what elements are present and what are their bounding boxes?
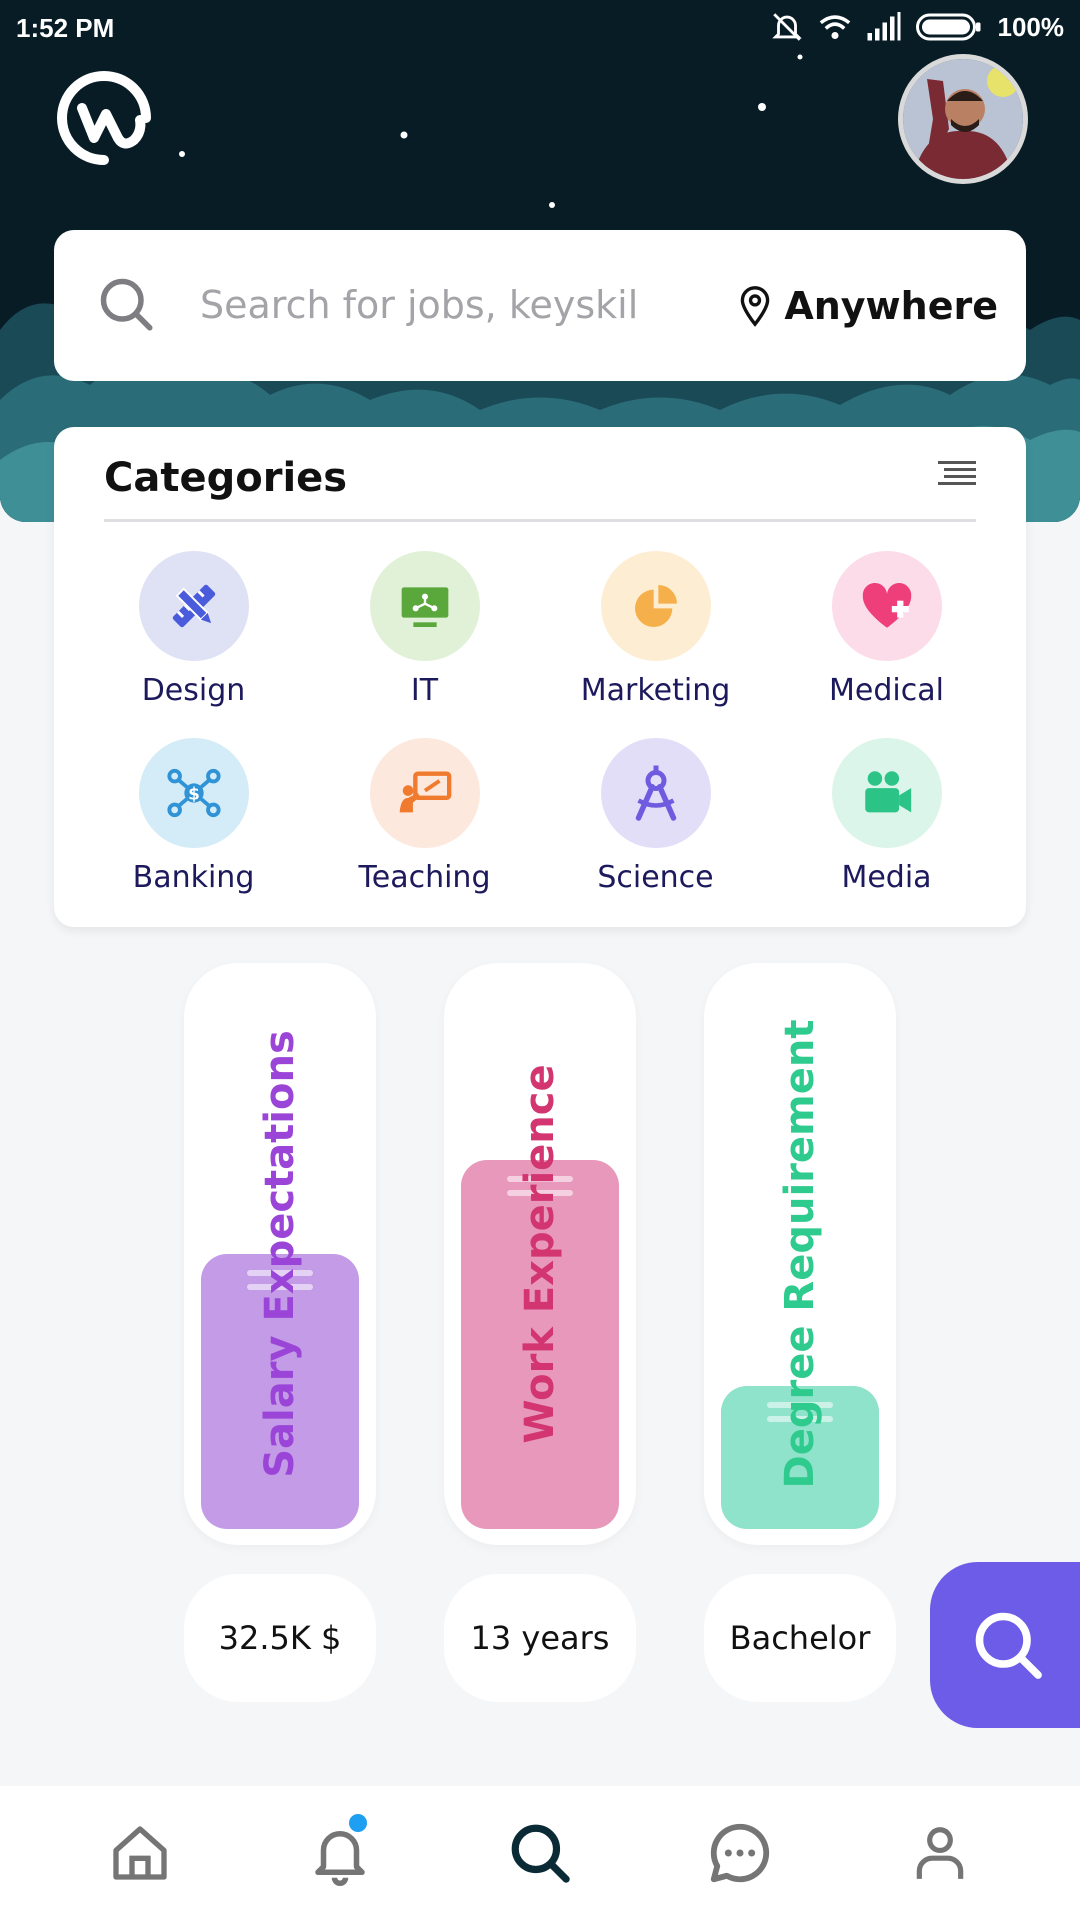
bottom-navigation [0, 1786, 1080, 1920]
user-avatar[interactable] [898, 54, 1028, 184]
nav-profile[interactable] [885, 1798, 995, 1908]
search-icon [975, 1612, 1042, 1679]
mute-icon [771, 13, 802, 41]
salary-slider-label: Salary Expectations [257, 1030, 303, 1478]
svg-text:$: $ [188, 783, 200, 803]
teacher-board-icon [399, 771, 451, 813]
battery-percent: 100% [997, 11, 1065, 42]
search-fab-button[interactable] [930, 1562, 1080, 1728]
money-network-icon: $ [166, 768, 221, 818]
category-icon-bg [369, 551, 480, 661]
category-icon-bg [600, 738, 711, 848]
nav-search[interactable] [485, 1798, 595, 1908]
degree-slider: Degree Requirement [704, 963, 896, 1545]
signal-icon [867, 12, 900, 41]
category-label: IT [410, 673, 439, 708]
category-label: Media [841, 860, 932, 895]
monitor-icon [401, 587, 448, 627]
category-icon-bg [138, 551, 249, 661]
pie-chart-icon [634, 585, 677, 627]
categories-title: Categories [104, 455, 348, 501]
category-label: Banking [132, 860, 255, 895]
chat-icon [710, 1823, 770, 1883]
category-icon-bg: $ [138, 738, 249, 848]
category-media[interactable]: Media [771, 738, 1002, 895]
location-selector[interactable]: Anywhere [738, 284, 998, 328]
category-science[interactable]: Science [540, 738, 771, 895]
menu-lines-icon[interactable] [938, 459, 976, 489]
categories-card: Categories Design IT Marketing Medical $… [54, 427, 1026, 927]
category-banking[interactable]: $ Banking [78, 738, 309, 895]
experience-slider: Work Experience [444, 963, 636, 1545]
ruler-pencil-icon [172, 584, 215, 628]
salary-value: 32.5K $ [184, 1574, 376, 1702]
category-marketing[interactable]: Marketing [540, 551, 771, 708]
categories-divider [104, 519, 976, 522]
category-icon-bg [831, 551, 942, 661]
category-label: Science [597, 860, 714, 895]
category-design[interactable]: Design [78, 551, 309, 708]
video-camera-icon [864, 771, 911, 813]
categories-grid: Design IT Marketing Medical $ Banking Te… [78, 551, 1002, 895]
salary-slider: Salary Expectations [184, 963, 376, 1545]
home-icon [113, 1826, 167, 1880]
nav-messages[interactable] [685, 1798, 795, 1908]
heart-cross-icon [862, 582, 911, 628]
search-icon [511, 1824, 570, 1883]
status-icons: 100% [770, 10, 1065, 44]
degree-value: Bachelor [704, 1574, 896, 1702]
status-bar: 1:52 PM 100% [0, 0, 1080, 58]
category-medical[interactable]: Medical [771, 551, 1002, 708]
search-input[interactable] [200, 272, 640, 338]
category-label: Teaching [358, 860, 491, 895]
battery-icon [915, 13, 980, 41]
notification-badge [349, 1814, 367, 1832]
workplace-logo[interactable] [54, 68, 154, 168]
search-bar: Anywhere [54, 230, 1026, 381]
category-label: Marketing [580, 673, 731, 708]
nav-home[interactable] [85, 1798, 195, 1908]
category-teaching[interactable]: Teaching [309, 738, 540, 895]
category-it[interactable]: IT [309, 551, 540, 708]
category-label: Medical [829, 673, 944, 708]
user-icon [916, 1827, 964, 1879]
status-time: 1:52 PM [16, 13, 115, 43]
location-pin-icon [741, 286, 770, 327]
degree-slider-label: Degree Requirement [777, 1019, 823, 1489]
category-icon-bg [600, 551, 711, 661]
search-icon [100, 278, 153, 331]
wifi-icon [819, 15, 850, 40]
experience-slider-label: Work Experience [517, 1064, 563, 1444]
category-label: Design [141, 673, 246, 708]
location-label: Anywhere [784, 284, 998, 328]
category-icon-bg [369, 738, 480, 848]
compass-icon [635, 765, 676, 821]
category-icon-bg [831, 738, 942, 848]
nav-notifications[interactable] [285, 1798, 395, 1908]
experience-value: 13 years [444, 1574, 636, 1702]
